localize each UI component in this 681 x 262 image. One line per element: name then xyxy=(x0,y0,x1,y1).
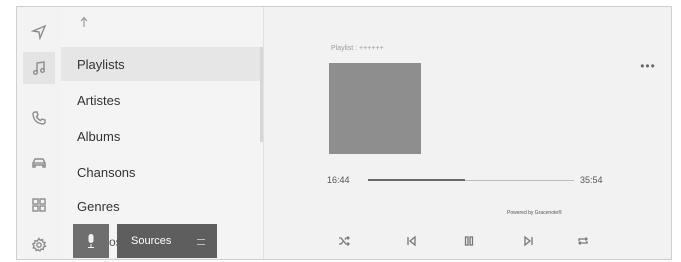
panel-divider xyxy=(263,7,264,259)
previous-icon xyxy=(407,235,416,247)
car-icon xyxy=(32,158,46,168)
browse-list-panel: Playlists Artistes Albums Chansons Genre… xyxy=(61,7,263,259)
music-button[interactable] xyxy=(23,52,55,84)
album-artwork xyxy=(329,63,421,154)
phone-icon xyxy=(32,111,46,125)
sources-button[interactable]: Sources xyxy=(117,224,217,258)
progress-bar[interactable] xyxy=(368,179,574,181)
list-item-artistes[interactable]: Artistes xyxy=(61,83,263,117)
navigation-icon xyxy=(31,24,47,40)
shuffle-icon xyxy=(339,236,350,246)
next-button[interactable] xyxy=(518,232,540,250)
list-item-label: Albums xyxy=(77,128,121,144)
playlist-label: Playlist : ++++++ xyxy=(331,45,384,52)
list-item-playlists[interactable]: Playlists xyxy=(61,47,263,81)
shuffle-button[interactable] xyxy=(333,232,355,250)
phone-button[interactable] xyxy=(23,102,55,134)
settings-icon xyxy=(31,237,47,253)
more-icon: ••• xyxy=(640,59,656,73)
elapsed-time: 16:44 xyxy=(327,175,350,185)
total-time: 35:54 xyxy=(580,175,603,185)
next-icon xyxy=(524,235,533,247)
pause-icon xyxy=(464,236,474,246)
vehicle-button[interactable] xyxy=(23,147,55,179)
powered-by-label: Powered by Gracenote® xyxy=(507,210,562,216)
music-icon xyxy=(33,61,45,75)
screen-frame: Playlists Artistes Albums Chansons Genre… xyxy=(16,6,672,260)
settings-button[interactable] xyxy=(23,229,55,259)
up-arrow-icon xyxy=(80,16,88,27)
apps-button[interactable] xyxy=(23,189,55,221)
more-options-button[interactable]: ••• xyxy=(637,59,659,73)
list-item-albums[interactable]: Albums xyxy=(61,119,263,153)
list-item-label: Chansons xyxy=(77,164,136,180)
side-rail xyxy=(17,7,61,259)
list-item-label: Genres xyxy=(77,198,120,214)
progress-fill xyxy=(368,179,465,181)
microphone-icon xyxy=(88,234,94,248)
drag-handle-icon xyxy=(197,239,205,245)
pause-button[interactable] xyxy=(458,232,480,250)
sources-label: Sources xyxy=(131,235,172,247)
list-item-label: Artistes xyxy=(77,92,121,108)
list-up-button[interactable] xyxy=(79,15,89,27)
list-item-genres[interactable]: Genres xyxy=(61,189,263,223)
navigation-button[interactable] xyxy=(23,16,55,48)
repeat-button[interactable] xyxy=(572,232,594,250)
apps-icon xyxy=(32,198,46,212)
list-item-chansons[interactable]: Chansons xyxy=(61,155,263,189)
previous-button[interactable] xyxy=(400,232,422,250)
repeat-icon xyxy=(578,237,588,245)
list-item-label: Playlists xyxy=(77,56,125,72)
voice-button[interactable] xyxy=(73,224,109,258)
